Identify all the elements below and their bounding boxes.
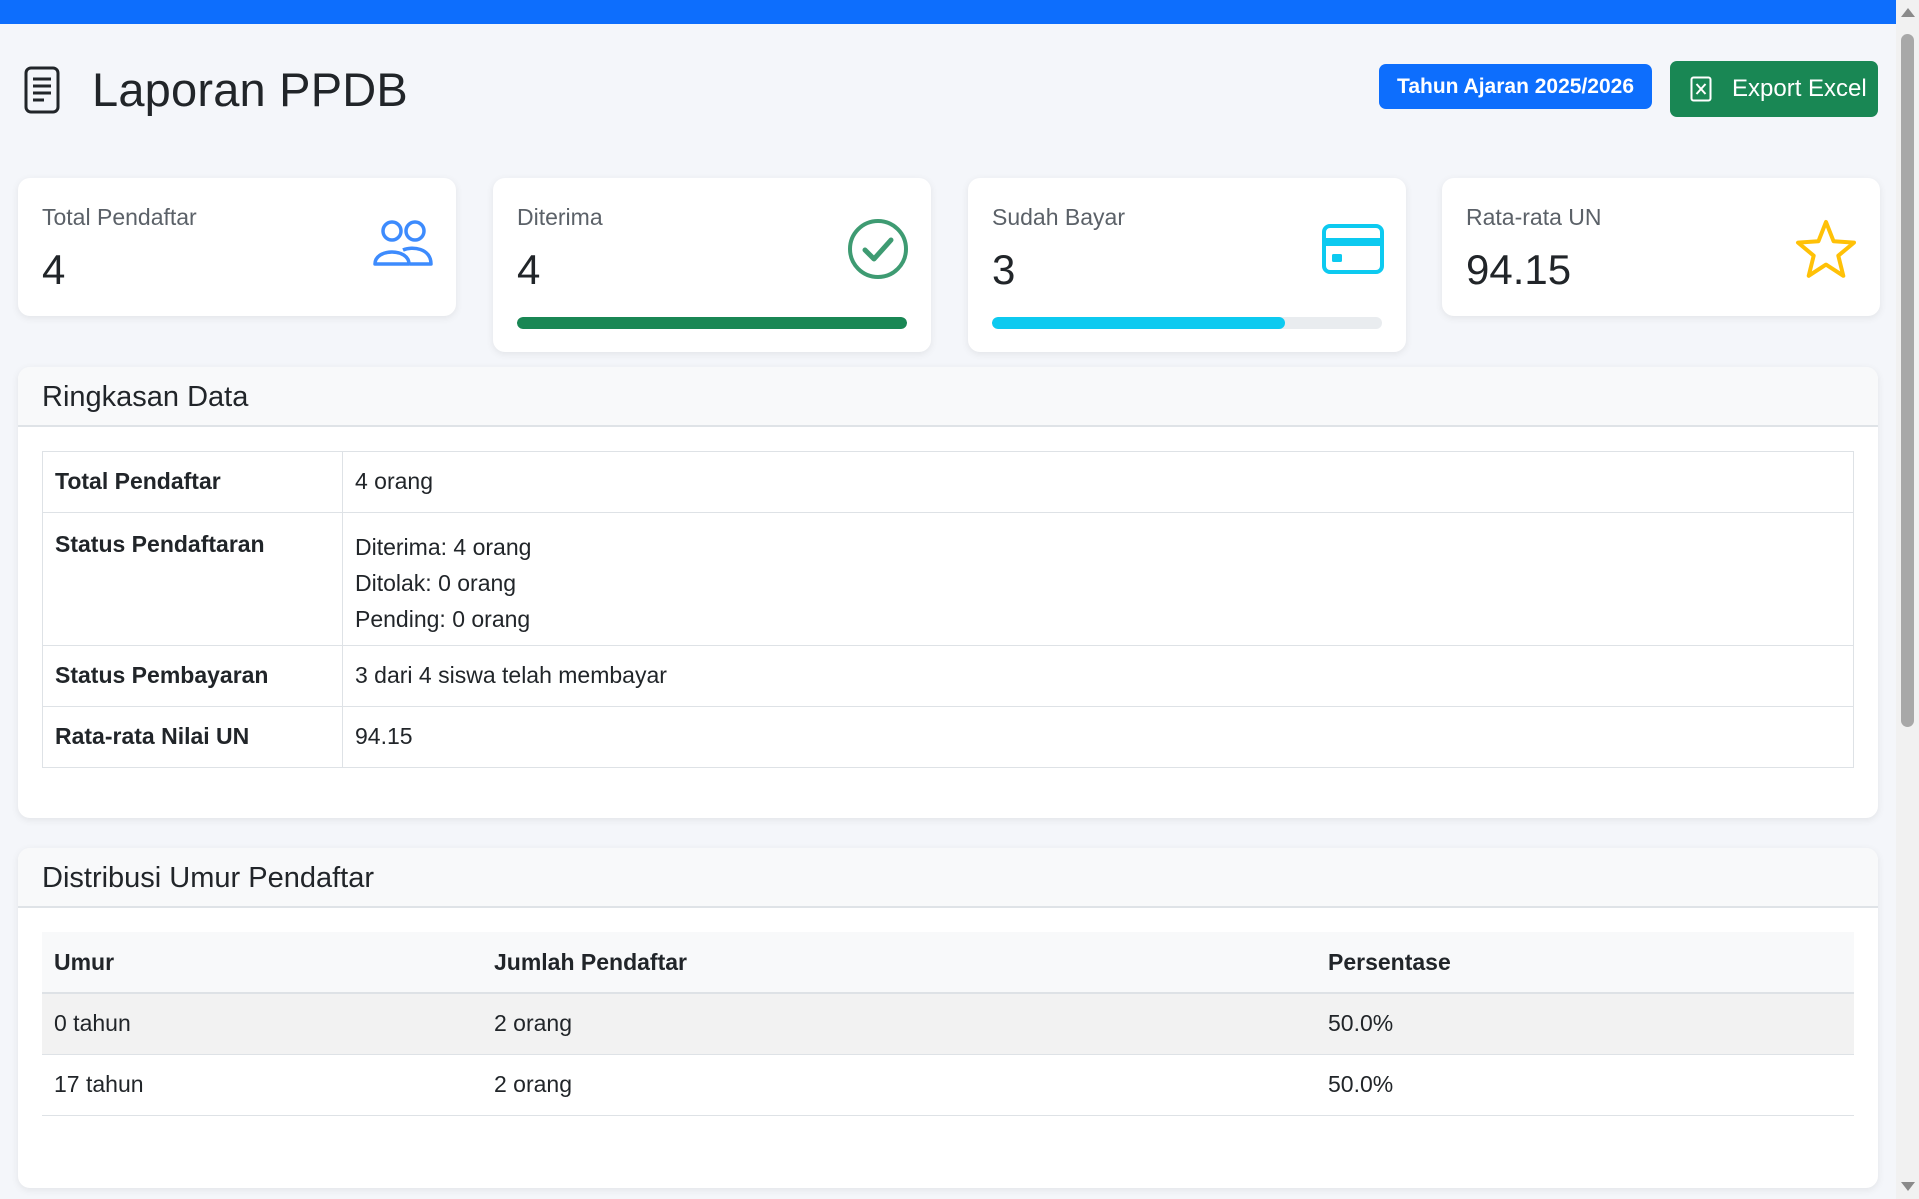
- stat-cards: Total Pendaftar 4 Diterima 4 Sudah Bayar…: [18, 154, 1880, 354]
- count-cell: 2 orang: [482, 993, 1316, 1055]
- stat-card-average: Rata-rata UN 94.15: [1442, 178, 1880, 316]
- accepted-progress-fill: [517, 317, 907, 329]
- summary-key: Total Pendaftar: [42, 451, 343, 513]
- people-icon: [373, 220, 433, 266]
- summary-title: Ringkasan Data: [42, 381, 249, 413]
- top-accent-bar: [0, 0, 1896, 24]
- status-line: Pending: 0 orang: [355, 606, 531, 632]
- column-header: Jumlah Pendaftar: [482, 932, 1316, 994]
- accepted-progress-bar: [517, 317, 907, 329]
- age-cell: 17 tahun: [42, 1054, 482, 1116]
- table-row: Status Pembayaran 3 dari 4 siswa telah m…: [42, 645, 1854, 707]
- document-icon: [24, 66, 60, 114]
- summary-value: Diterima: 4 orang Ditolak: 0 orang Pendi…: [342, 512, 1854, 646]
- count-cell: 2 orang: [482, 1054, 1316, 1116]
- status-line: Diterima: 4 orang: [355, 534, 532, 560]
- scroll-thumb[interactable]: [1901, 34, 1914, 727]
- stat-label: Diterima: [517, 204, 603, 230]
- summary-value: 4 orang: [342, 451, 1854, 513]
- stat-card-total: Total Pendaftar 4: [18, 178, 456, 316]
- check-circle-icon: [848, 219, 908, 279]
- stat-value: 94.15: [1466, 246, 1572, 293]
- table-row: Status Pendaftaran Diterima: 4 orang Dit…: [42, 512, 1854, 646]
- excel-file-icon: [1690, 76, 1712, 102]
- stat-value: 3: [992, 246, 1016, 293]
- summary-panel-header: Ringkasan Data: [18, 367, 1878, 427]
- column-header: Persentase: [1316, 932, 1854, 994]
- summary-key: Status Pendaftaran: [42, 512, 343, 646]
- summary-table: Total Pendaftar 4 orang Status Pendaftar…: [42, 451, 1854, 768]
- summary-value: 3 dari 4 siswa telah membayar: [342, 645, 1854, 707]
- export-button-label: Export Excel: [1732, 75, 1867, 102]
- stat-label: Total Pendaftar: [42, 204, 197, 230]
- age-distribution-table: Umur Jumlah Pendaftar Persentase 0 tahun…: [42, 932, 1854, 1116]
- table-row: Rata-rata Nilai UN 94.15: [42, 706, 1854, 768]
- table-row: 0 tahun 2 orang 50.0%: [42, 993, 1854, 1055]
- paid-progress-fill: [992, 317, 1285, 329]
- summary-key: Status Pembayaran: [42, 645, 343, 707]
- stat-card-accepted: Diterima 4: [493, 178, 931, 352]
- status-line: Ditolak: 0 orang: [355, 570, 517, 596]
- column-header: Umur: [42, 932, 482, 994]
- age-distribution-title: Distribusi Umur Pendaftar: [42, 862, 374, 894]
- export-excel-button[interactable]: Export Excel: [1670, 61, 1878, 117]
- table-row: Total Pendaftar 4 orang: [42, 451, 1854, 513]
- vertical-scrollbar[interactable]: [1896, 0, 1919, 1199]
- star-icon: [1796, 220, 1856, 278]
- table-row: 17 tahun 2 orang 50.0%: [42, 1054, 1854, 1116]
- page-title: Laporan PPDB: [92, 63, 408, 116]
- scroll-up-arrow-icon[interactable]: [1901, 8, 1915, 17]
- summary-key: Rata-rata Nilai UN: [42, 706, 343, 768]
- stat-label: Sudah Bayar: [992, 204, 1125, 230]
- age-cell: 0 tahun: [42, 993, 482, 1055]
- summary-value: 94.15: [342, 706, 1854, 768]
- stat-value: 4: [517, 246, 541, 293]
- stat-label: Rata-rata UN: [1466, 204, 1602, 230]
- main-content: Laporan PPDB Tahun Ajaran 2025/2026 Expo…: [18, 24, 1880, 1188]
- credit-card-icon: [1322, 224, 1384, 274]
- age-distribution-panel: Distribusi Umur Pendaftar Umur Jumlah Pe…: [18, 848, 1878, 1188]
- percent-cell: 50.0%: [1316, 1054, 1854, 1116]
- percent-cell: 50.0%: [1316, 993, 1854, 1055]
- table-header-row: Umur Jumlah Pendaftar Persentase: [42, 932, 1854, 994]
- summary-panel: Ringkasan Data Total Pendaftar 4 orang S…: [18, 367, 1878, 818]
- stat-value: 4: [42, 246, 66, 293]
- scroll-down-arrow-icon[interactable]: [1901, 1182, 1915, 1191]
- paid-progress-bar: [992, 317, 1382, 329]
- academic-year-badge: Tahun Ajaran 2025/2026: [1379, 64, 1652, 109]
- stat-card-paid: Sudah Bayar 3: [968, 178, 1406, 352]
- page-header: Laporan PPDB Tahun Ajaran 2025/2026 Expo…: [18, 24, 1878, 154]
- age-panel-header: Distribusi Umur Pendaftar: [18, 848, 1878, 908]
